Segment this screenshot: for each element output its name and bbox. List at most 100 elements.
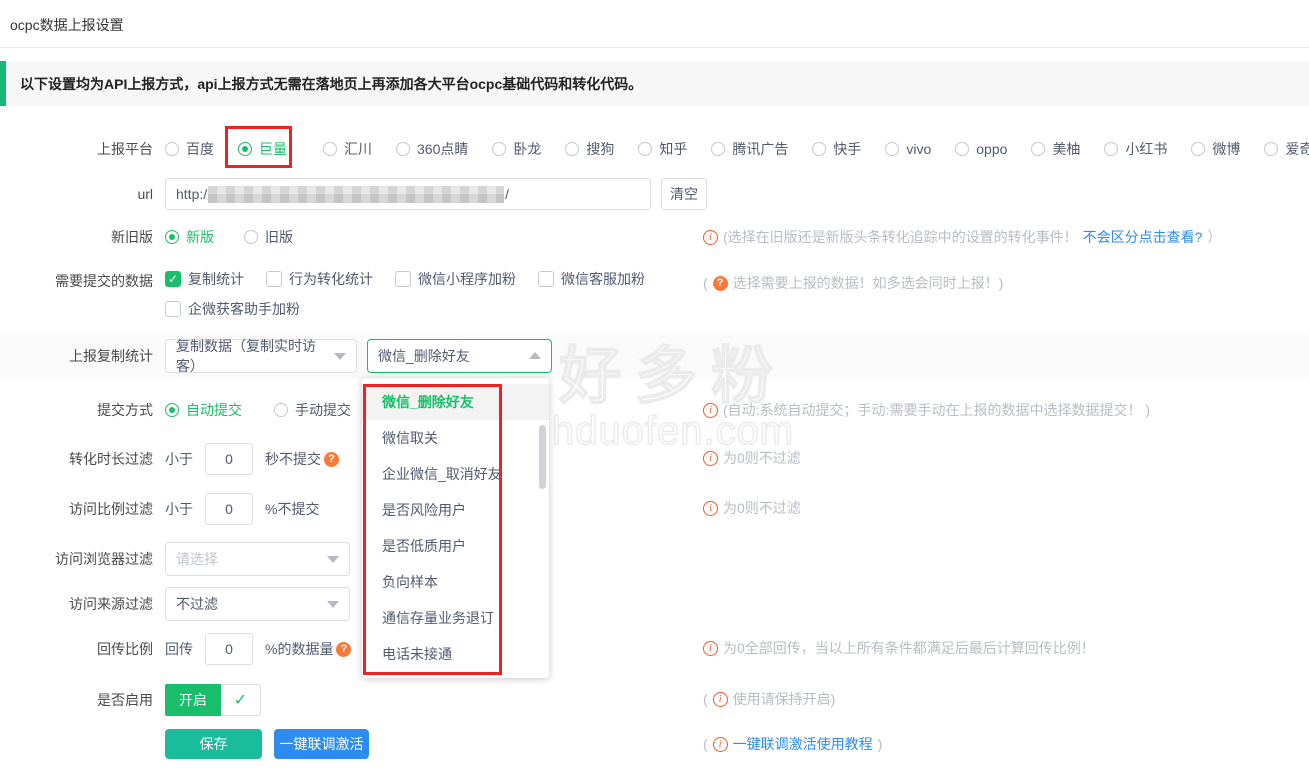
one-key-activate-button[interactable]: 一键联调激活	[274, 729, 369, 759]
row-source-filter: 访问来源过滤 不过滤	[0, 586, 1309, 622]
radio-icon	[396, 142, 410, 156]
platform-option-weibo[interactable]: 微博	[1191, 139, 1240, 159]
field-label-submit-data: 需要提交的数据	[0, 266, 153, 291]
save-button[interactable]: 保存	[165, 729, 262, 759]
browser-filter-select[interactable]: 请选择	[165, 542, 350, 576]
field-label-url: url	[0, 186, 153, 202]
duration-suffix: 秒不提交	[265, 449, 321, 469]
source-filter-select[interactable]: 不过滤	[165, 587, 350, 621]
row-duration-filter: 转化时长过滤 小于 0 秒不提交 ?	[0, 442, 1309, 476]
row-enabled: 是否启用 开启 ✓	[0, 683, 1309, 717]
visit-ratio-suffix: %不提交	[265, 499, 319, 519]
radio-icon	[565, 142, 579, 156]
info-icon: i	[713, 737, 728, 752]
enable-on-button[interactable]: 开启	[165, 684, 221, 716]
platform-option-wolong[interactable]: 卧龙	[492, 139, 541, 159]
dropdown-item[interactable]: 电话未接通	[362, 636, 549, 672]
hint-version-tail: ）	[1207, 227, 1221, 247]
field-label-source-filter: 访问来源过滤	[0, 594, 153, 614]
radio-icon	[638, 142, 652, 156]
copy-data-select[interactable]: 复制数据（复制实时访客）	[165, 339, 357, 373]
hint-duration-filter: i 为0则不过滤	[703, 448, 801, 468]
submit-mode-auto[interactable]: 自动提交	[165, 400, 242, 420]
dropdown-item[interactable]: 负向样本	[362, 564, 549, 600]
dropdown-item[interactable]: 是否风险用户	[362, 492, 549, 528]
event-select[interactable]: 微信_删除好友	[367, 339, 552, 373]
version-option-old[interactable]: 旧版	[244, 227, 293, 247]
browser-filter-placeholder: 请选择	[176, 549, 218, 569]
platform-option-vivo[interactable]: vivo	[885, 141, 931, 157]
hint-submit-mode: i (自动:系统自动提交；手动:需要手动在上报的数据中选择数据提交！ )	[703, 400, 1150, 420]
field-label-version: 新旧版	[0, 227, 153, 247]
version-option-new[interactable]: 新版	[165, 227, 214, 247]
checkbox-wechat-miniprogram[interactable]: 微信小程序加粉	[395, 269, 516, 289]
chevron-up-icon	[529, 352, 541, 359]
url-value-end: /	[505, 186, 509, 202]
row-actions: 保存 一键联调激活	[0, 729, 1309, 759]
platform-option-juliang[interactable]: 巨量	[238, 139, 287, 159]
clear-url-button[interactable]: 清空	[661, 178, 707, 210]
platform-option-tencent[interactable]: 腾讯广告	[711, 139, 788, 159]
radio-icon	[274, 403, 288, 417]
field-label-copy-stat: 上报复制统计	[0, 346, 153, 366]
chevron-down-icon	[327, 601, 339, 608]
hint-duration-text: 为0则不过滤	[723, 448, 801, 468]
hint-callback-ratio: i 为0全部回传，当以上所有条件都满足后最后计算回传比例！	[703, 638, 1095, 658]
callback-prefix: 回传	[165, 639, 193, 659]
check-icon[interactable]: ✓	[221, 684, 261, 716]
radio-icon	[492, 142, 506, 156]
dropdown-scrollbar[interactable]	[539, 425, 546, 489]
question-icon[interactable]: ?	[336, 642, 351, 657]
question-icon[interactable]: ?	[324, 452, 339, 467]
duration-input[interactable]: 0	[205, 443, 253, 475]
url-input[interactable]: http://	[165, 178, 651, 210]
dropdown-item[interactable]: 企业微信_取消好友	[362, 456, 549, 492]
hint-version-text: (选择在旧版还是新版头条转化追踪中的设置的转化事件！	[723, 227, 1078, 247]
callback-ratio-input[interactable]: 0	[205, 633, 253, 665]
info-icon: i	[703, 230, 718, 245]
platform-option-zhihu[interactable]: 知乎	[638, 139, 687, 159]
activate-tutorial-link[interactable]: 一键联调激活使用教程	[733, 734, 873, 754]
hint-callback-text: 为0全部回传，当以上所有条件都满足后最后计算回传比例！	[723, 638, 1095, 658]
checkbox-behavior-conv[interactable]: 行为转化统计	[266, 269, 373, 289]
dropdown-item[interactable]: 是否低质用户	[362, 528, 549, 564]
platform-option-360[interactable]: 360点睛	[396, 139, 468, 159]
checkbox-copy-stat[interactable]: ✓复制统计	[165, 269, 244, 289]
platform-option-sougou[interactable]: 搜狗	[565, 139, 614, 159]
platform-option-kuaishou[interactable]: 快手	[812, 139, 861, 159]
platform-option-xiaohongshu[interactable]: 小红书	[1104, 139, 1167, 159]
info-icon: i	[703, 451, 718, 466]
platform-option-oppo[interactable]: oppo	[955, 141, 1007, 157]
info-icon: i	[703, 641, 718, 656]
platform-option-aiqiyi[interactable]: 爱奇艺	[1264, 139, 1309, 159]
url-redacted-mosaic	[208, 186, 504, 203]
field-label-visit-ratio: 访问比例过滤	[0, 499, 153, 519]
visit-ratio-input[interactable]: 0	[205, 493, 253, 525]
dropdown-item[interactable]: 微信取关	[362, 420, 549, 456]
radio-icon	[1104, 142, 1118, 156]
radio-icon	[1191, 142, 1205, 156]
checkbox-qiwei-helper[interactable]: 企微获客助手加粉	[165, 299, 300, 319]
platform-option-meiyou[interactable]: 美柚	[1031, 139, 1080, 159]
row-visit-ratio-filter: 访问比例过滤 小于 0 %不提交	[0, 492, 1309, 526]
field-label-duration-filter: 转化时长过滤	[0, 449, 153, 469]
page-header: ocpc数据上报设置	[0, 0, 1309, 48]
field-label-platform: 上报平台	[0, 139, 153, 159]
radio-icon	[1264, 142, 1278, 156]
platform-option-huichuan[interactable]: 汇川	[323, 139, 372, 159]
ocpc-settings-page: ocpc数据上报设置 以下设置均为API上报方式，api上报方式无需在落地页上再…	[0, 0, 1309, 782]
dropdown-item[interactable]: 通信存量业务退订	[362, 600, 549, 636]
radio-icon	[165, 142, 179, 156]
hint-visit-ratio-text: 为0则不过滤	[723, 498, 801, 518]
checkbox-wechat-service[interactable]: 微信客服加粉	[538, 269, 645, 289]
copy-data-select-value: 复制数据（复制实时访客）	[176, 336, 330, 376]
event-dropdown-panel: 微信_删除好友 微信取关 企业微信_取消好友 是否风险用户 是否低质用户 负向样…	[362, 378, 549, 678]
submit-mode-manual[interactable]: 手动提交	[274, 400, 351, 420]
dropdown-item-selected[interactable]: 微信_删除好友	[362, 384, 549, 420]
version-help-link[interactable]: 不会区分点击查看?	[1083, 227, 1203, 247]
enable-toggle[interactable]: 开启 ✓	[165, 684, 261, 716]
hint-open-paren: (	[703, 691, 708, 707]
platform-option-baidu[interactable]: 百度	[165, 139, 214, 159]
hint-version: i (选择在旧版还是新版头条转化追踪中的设置的转化事件！不会区分点击查看?）	[703, 227, 1221, 247]
radio-checked-icon	[165, 403, 179, 417]
